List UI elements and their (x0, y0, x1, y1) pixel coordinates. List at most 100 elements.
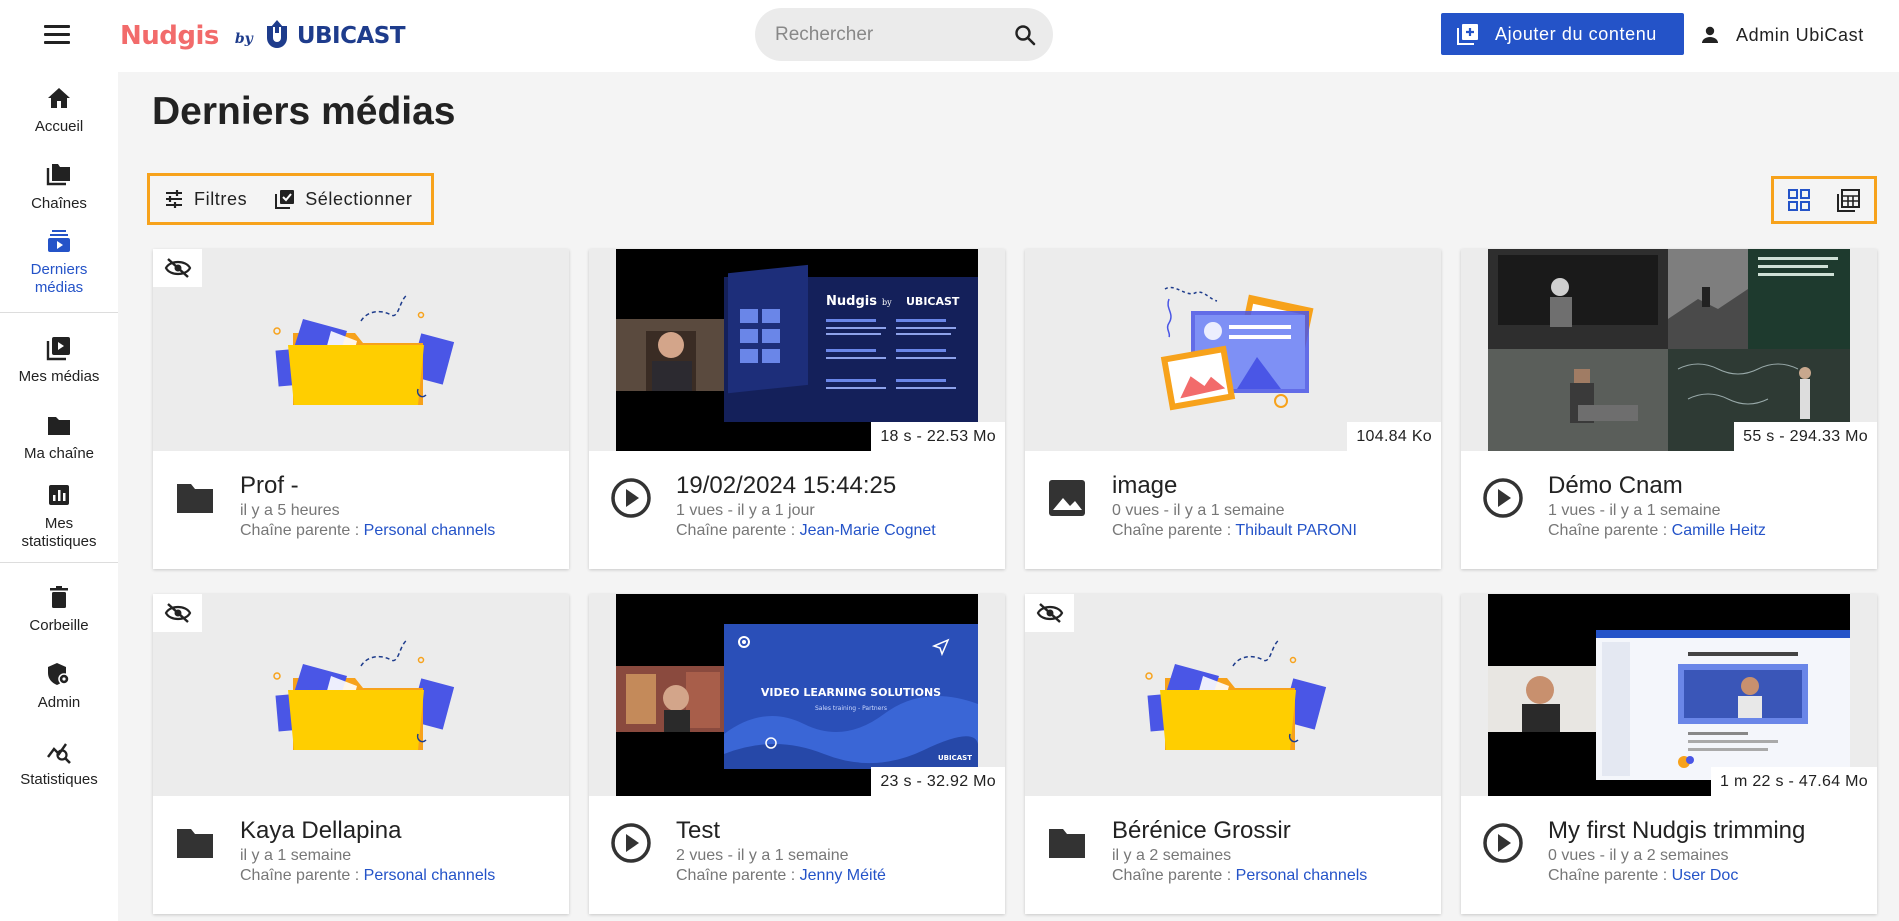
sidebar-item-label: Chaînes (31, 195, 87, 212)
image-illustration (1160, 286, 1314, 411)
duration-badge: 55 s - 294.33 Mo (1734, 422, 1877, 451)
logo-by: by (234, 31, 253, 47)
card-title[interactable]: Prof - (240, 472, 299, 500)
logo-company: UBICAST (296, 23, 406, 49)
media-toolbar: Filtres Sélectionner (147, 173, 434, 225)
sidebar-item-label: Ma chaîne (23, 445, 95, 462)
search-icon[interactable] (1013, 23, 1037, 47)
card-meta: il y a 2 semaines (1112, 847, 1232, 864)
size-badge: 104.84 Ko (1347, 422, 1441, 451)
card-title[interactable]: image (1112, 472, 1177, 500)
duration-badge: 1 m 22 s - 47.64 Mo (1711, 767, 1877, 796)
sidebar-item-corbeille[interactable]: Corbeille (0, 583, 118, 635)
nudgis-logo[interactable]: Nudgis by UBICAST (120, 16, 406, 56)
video-thumbnail: Nudgis by UBICAST (616, 249, 978, 451)
trash-icon (50, 586, 68, 608)
slide-logo: UBICAST (938, 754, 972, 762)
duration-badge: 18 s - 22.53 Mo (871, 422, 1005, 451)
ubicast-logo-icon (266, 20, 287, 48)
media-card[interactable]: Bérénice Grossir il y a 2 semaines Chaîn… (1025, 594, 1441, 914)
sidebar-item-ma-chaine[interactable]: Ma chaîne (0, 411, 118, 463)
card-title[interactable]: My first Nudgis trimming (1548, 817, 1805, 845)
card-meta: 1 vues - il y a 1 jour (676, 502, 815, 519)
user-icon (1702, 26, 1718, 43)
analytics-icon (47, 743, 71, 764)
sidebar-item-mes-statistiques[interactable]: Mes statistiques (0, 481, 118, 551)
sidebar-item-chaines[interactable]: Chaînes (0, 161, 118, 213)
search-input[interactable] (775, 8, 1005, 61)
card-title[interactable]: 19/02/2024 15:44:25 (676, 472, 896, 500)
media-card[interactable]: 1 m 22 s - 47.64 Mo My first Nudgis trim… (1461, 594, 1877, 914)
media-card[interactable]: VIDEO LEARNING SOLUTIONS Sales training … (589, 594, 1005, 914)
card-thumbnail (1025, 594, 1441, 796)
card-title[interactable]: Démo Cnam (1548, 472, 1683, 500)
hidden-badge (153, 249, 202, 287)
select-button[interactable]: Sélectionner (261, 176, 426, 222)
parent-channel-link[interactable]: Jean-Marie Cognet (800, 522, 936, 539)
media-card[interactable]: 104.84 Ko image 0 vues - il y a 1 semain… (1025, 249, 1441, 569)
parent-channel-link[interactable]: Personal channels (1236, 867, 1368, 884)
card-info: Prof - il y a 5 heures Chaîne parente : … (153, 451, 569, 569)
video-frame-illustration (1488, 249, 1850, 451)
folder-icon (177, 829, 213, 858)
user-menu[interactable]: Admin UbiCast (1700, 18, 1864, 52)
channels-icon (46, 164, 70, 186)
slide-headline: VIDEO LEARNING SOLUTIONS (761, 686, 941, 699)
filters-icon (166, 190, 182, 208)
sidebar-item-label: Derniers médias (30, 261, 88, 296)
eye-off-icon (164, 258, 191, 278)
grid-view-icon (1788, 189, 1810, 211)
sidebar-item-accueil[interactable]: Accueil (0, 84, 118, 136)
image-icon (1049, 480, 1085, 516)
media-card[interactable]: Nudgis by UBICAST 18 s - 22.53 Mo 19/02/… (589, 249, 1005, 569)
play-circle-icon (611, 823, 651, 863)
grid-view-button[interactable] (1784, 185, 1814, 215)
parent-channel-link[interactable]: Personal channels (364, 867, 496, 884)
card-title[interactable]: Bérénice Grossir (1112, 817, 1291, 845)
card-meta: 1 vues - il y a 1 semaine (1548, 502, 1721, 519)
list-view-button[interactable] (1834, 185, 1864, 215)
video-thumbnail (1488, 594, 1850, 796)
video-frame-illustration: Nudgis by UBICAST (616, 249, 978, 451)
filters-button[interactable]: Filtres (150, 176, 261, 222)
card-info: image 0 vues - il y a 1 semaine Chaîne p… (1025, 451, 1441, 569)
card-meta: 0 vues - il y a 2 semaines (1548, 847, 1729, 864)
card-parent: Chaîne parente : User Doc (1548, 867, 1738, 885)
parent-channel-link[interactable]: Personal channels (364, 522, 496, 539)
sidebar-item-mes-medias[interactable]: Mes médias (0, 334, 118, 386)
table-view-icon (1837, 189, 1860, 212)
parent-channel-link[interactable]: Jenny Méité (800, 867, 886, 884)
parent-channel-link[interactable]: Camille Heitz (1672, 522, 1766, 539)
sidebar-item-admin[interactable]: Admin (0, 660, 118, 712)
slide-brand: Nudgis (826, 294, 877, 309)
card-info: 19/02/2024 15:44:25 1 vues - il y a 1 jo… (589, 451, 1005, 569)
select-checkbox-icon (275, 190, 295, 209)
parent-channel-link[interactable]: User Doc (1672, 867, 1739, 884)
add-content-button[interactable]: Ajouter du contenu (1441, 13, 1684, 55)
card-thumbnail: 1 m 22 s - 47.64 Mo (1461, 594, 1877, 796)
sidebar-item-derniers-medias[interactable]: Derniers médias (0, 227, 118, 297)
video-thumbnail (1488, 249, 1850, 451)
card-title[interactable]: Kaya Dellapina (240, 817, 401, 845)
card-info: Test 2 vues - il y a 1 semaine Chaîne pa… (589, 796, 1005, 914)
slide-company: UBICAST (906, 295, 960, 308)
filters-label: Filtres (194, 188, 248, 209)
card-parent: Chaîne parente : Camille Heitz (1548, 522, 1766, 540)
card-info: Bérénice Grossir il y a 2 semaines Chaîn… (1025, 796, 1441, 914)
folder-illustration (273, 294, 455, 405)
media-card[interactable]: Kaya Dellapina il y a 1 semaine Chaîne p… (153, 594, 569, 914)
admin-shield-icon (48, 663, 70, 685)
card-parent: Chaîne parente : Personal channels (240, 867, 495, 885)
video-thumbnail: VIDEO LEARNING SOLUTIONS Sales training … (616, 594, 978, 796)
sidebar-item-statistiques[interactable]: Statistiques (0, 737, 118, 789)
slide-by: by (882, 298, 892, 307)
sidebar-divider (0, 562, 118, 563)
parent-prefix: Chaîne parente : (1548, 867, 1672, 884)
media-card[interactable]: 55 s - 294.33 Mo Démo Cnam 1 vues - il y… (1461, 249, 1877, 569)
sidebar-item-label: Accueil (34, 118, 84, 135)
menu-icon[interactable] (44, 22, 70, 46)
folder-icon (177, 484, 213, 513)
media-card[interactable]: Prof - il y a 5 heures Chaîne parente : … (153, 249, 569, 569)
card-title[interactable]: Test (676, 817, 720, 845)
parent-channel-link[interactable]: Thibault PARONI (1235, 522, 1357, 539)
